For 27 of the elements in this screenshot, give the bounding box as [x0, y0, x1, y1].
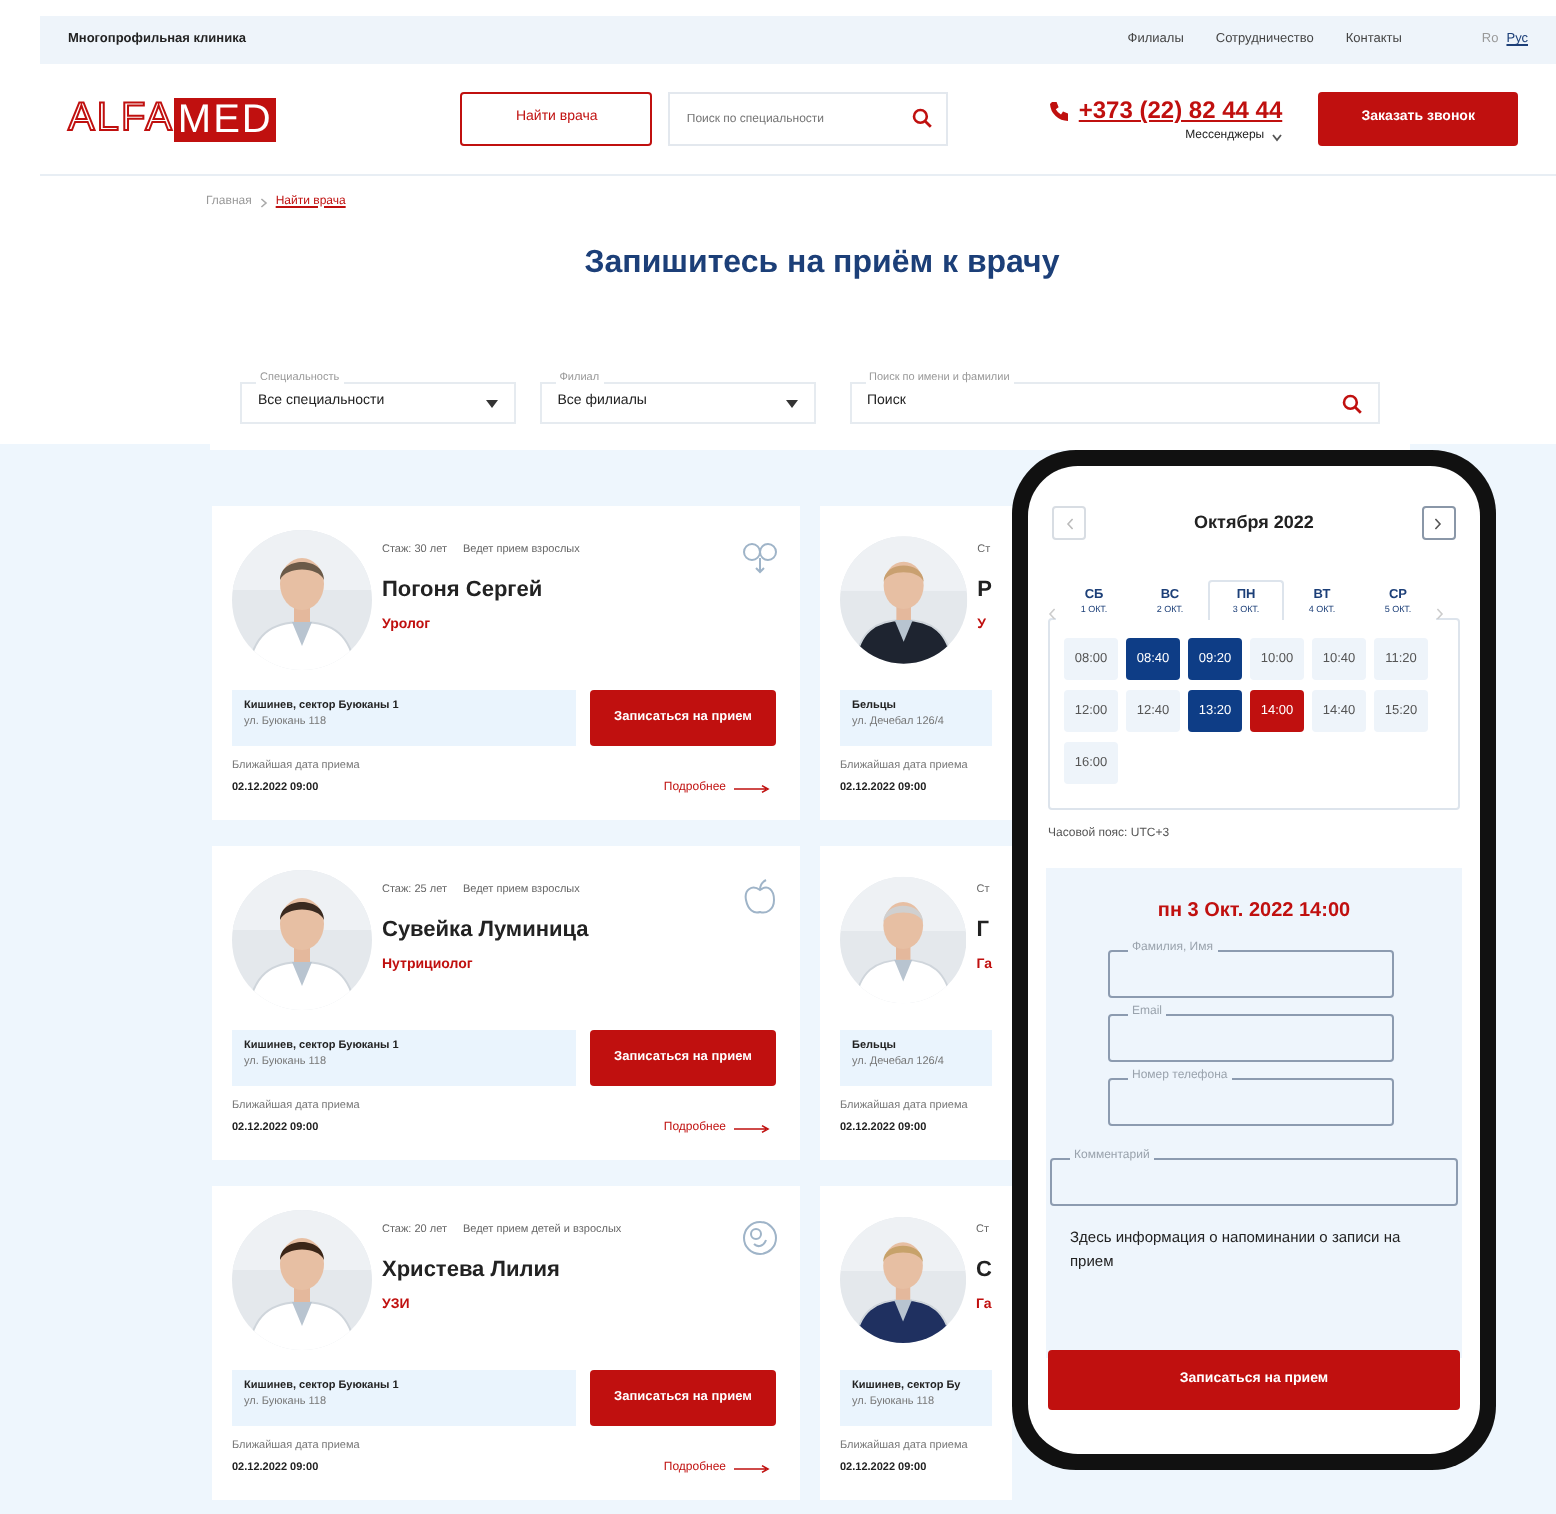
doctor-name: Христева Лилия [382, 1256, 562, 1287]
page-heading: Запишитесь на приём к врачу [582, 244, 1062, 284]
doctor-name: С [976, 1256, 992, 1287]
arrow-icon [734, 1123, 770, 1133]
month-title: Октября 2022 [1194, 509, 1314, 536]
selected-time-text: пн 3 Окт. 2022 14:00 [1155, 898, 1353, 927]
doctor-name: Погоня Сергей [382, 576, 545, 607]
next-month-button[interactable] [1421, 506, 1456, 540]
chevron-left-icon [1065, 517, 1073, 529]
arrow-icon [734, 783, 770, 793]
doctor-name: Р [977, 576, 992, 607]
caret-icon [1272, 133, 1283, 141]
chevron-left-icon [1048, 608, 1056, 621]
chevron-icon [259, 197, 268, 207]
dropdown-caret-icon [485, 399, 498, 407]
arrow-icon [734, 1463, 770, 1473]
phone-link[interactable]: +373 (22) 82 44 44 [1078, 92, 1283, 128]
doctor-name: Сувейка Луминица [382, 916, 591, 947]
chevron-right-icon [1436, 608, 1444, 621]
logo[interactable]: ALFAMED [68, 97, 277, 141]
chevron-right-icon [1434, 517, 1443, 529]
dropdown-caret-icon [785, 399, 797, 407]
apple-icon [740, 878, 780, 916]
search-icon [1342, 393, 1363, 413]
phone-icon [1048, 99, 1071, 121]
search-icon [912, 108, 933, 128]
doctor-name: Г [976, 916, 991, 947]
